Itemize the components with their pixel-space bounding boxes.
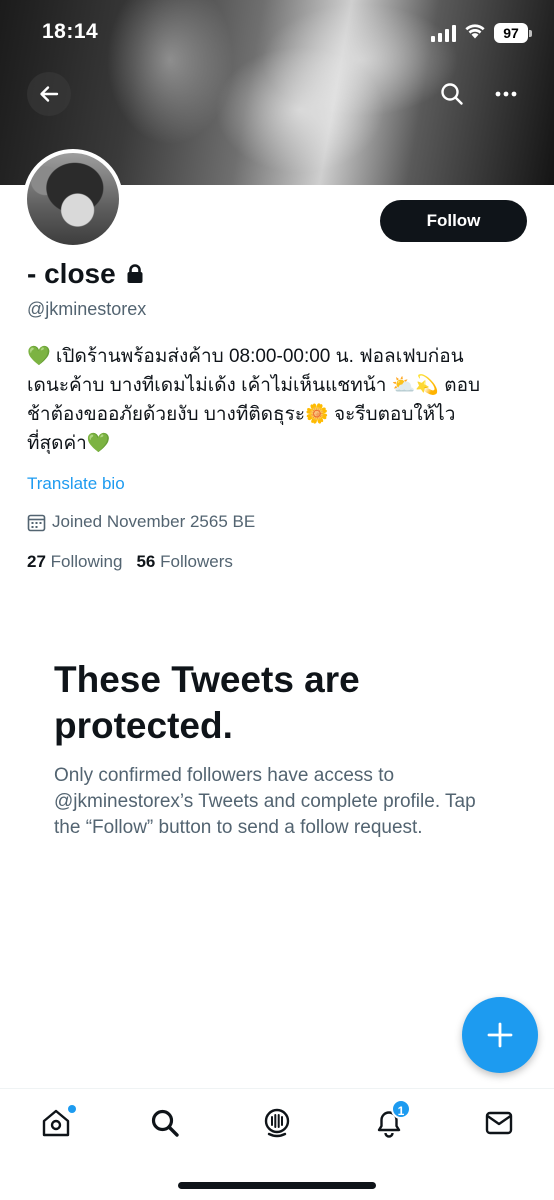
following-link[interactable]: 27 Following [27,552,122,572]
home-indicator[interactable] [178,1182,376,1189]
status-icons: 97 [431,22,532,44]
display-name-text: - close [27,258,116,289]
avatar[interactable] [23,149,123,249]
search-button[interactable] [430,72,474,116]
follow-button[interactable]: Follow [380,200,527,242]
plus-icon [487,1022,513,1048]
bio-line: ที่สุดค่า💚 [27,433,111,454]
bio-line: เดนะค้าบ บางทีเดมไม่เด้ง เค้าไม่เห็นแชทน… [27,375,481,396]
home-icon [42,1109,70,1137]
tab-search[interactable] [145,1105,185,1141]
profile-screen: 18:14 97 Follow - close @jkminestorex 💚 … [0,0,554,1200]
more-button[interactable] [484,72,528,116]
cellular-signal-icon [431,24,456,42]
tab-home[interactable] [36,1105,76,1141]
followers-count: 56 [136,552,156,571]
tab-messages[interactable] [479,1105,519,1141]
back-button[interactable] [27,72,71,116]
more-horizontal-icon [495,91,517,97]
home-unread-dot [68,1105,76,1113]
compose-tweet-button[interactable] [462,997,538,1073]
calendar-icon [27,514,46,531]
search-icon [151,1109,179,1137]
protected-description: Only confirmed followers have access to … [54,765,476,838]
translate-bio-link[interactable]: Translate bio [27,474,125,494]
battery-indicator: 97 [494,23,532,43]
wifi-icon [464,22,486,44]
protected-title: These Tweets are protected. [54,659,360,746]
followers-label: Followers [160,552,233,571]
profile-handle: @jkminestorex [27,299,147,319]
messages-icon [485,1111,513,1135]
spaces-icon [264,1108,290,1138]
joined-date: Joined November 2565 BE [27,512,255,532]
status-bar: 18:14 97 [0,0,554,62]
profile-bio: 💚 เปิดร้านพร้อมส่งค้าบ 08:00-00:00 น. ฟอ… [27,342,532,458]
bio-line: 💚 เปิดร้านพร้อมส่งค้าบ 08:00-00:00 น. ฟอ… [27,346,464,367]
lock-icon [127,264,143,283]
followers-link[interactable]: 56 Followers [136,552,232,572]
joined-text: Joined November 2565 BE [52,512,256,531]
notification-badge: 1 [391,1099,411,1119]
following-label: Following [50,552,123,571]
follow-counts: 27 Following 56 Followers [27,552,233,572]
bio-line: ช้าต้องขออภัยด้วยงับ บางทีติดธุระ🌼 จะรีบ… [27,404,456,425]
tab-spaces[interactable] [257,1105,297,1141]
search-icon [441,83,463,105]
following-count: 27 [27,552,46,571]
tab-notifications[interactable]: 1 [369,1099,411,1141]
arrow-left-icon [40,86,59,102]
profile-display-name: - close [27,258,144,290]
status-time: 18:14 [42,20,99,43]
